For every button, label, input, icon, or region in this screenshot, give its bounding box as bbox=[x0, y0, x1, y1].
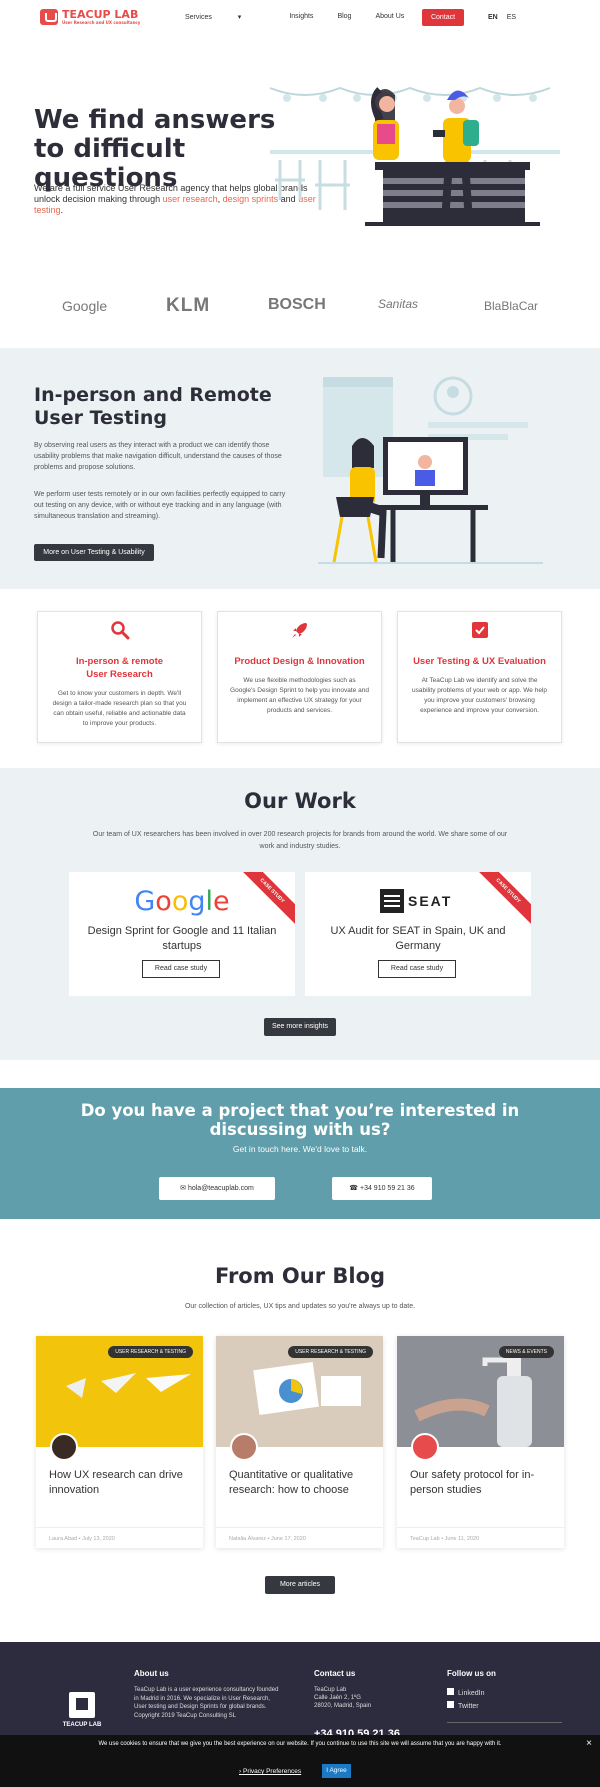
author-avatar bbox=[411, 1433, 439, 1461]
social-linkedin[interactable]: LinkedIn bbox=[447, 1688, 484, 1699]
seat-logo: SEAT bbox=[380, 889, 452, 913]
post-meta: Natalia Álvarez • June 17, 2020 bbox=[229, 1536, 306, 1542]
category-badge[interactable]: NEWS & EVENTS bbox=[498, 1346, 554, 1358]
service-title: In-person & remote User Research bbox=[75, 656, 164, 680]
testing-title: In-person and Remote User Testing bbox=[34, 384, 272, 429]
service-card-user-testing[interactable]: User Testing & UX Evaluation At TeaCup L… bbox=[397, 611, 562, 743]
post-title[interactable]: Quantitative or qualitative research: ho… bbox=[229, 1468, 374, 1498]
site-header: TEACUP LAB User Research and UX consulta… bbox=[0, 0, 600, 36]
footer-logo[interactable]: TEACUP LAB bbox=[60, 1692, 104, 1728]
testing-paragraph-1: By observing real users as they interact… bbox=[34, 442, 282, 471]
nav-services[interactable]: Services ▾ bbox=[185, 13, 265, 21]
phone-icon: ☎ bbox=[349, 1185, 359, 1192]
post-title[interactable]: Our safety protocol for in-person studie… bbox=[410, 1468, 555, 1498]
twitter-icon bbox=[447, 1701, 454, 1708]
case-study-card-google[interactable]: CASE STUDY Google Design Sprint for Goog… bbox=[69, 872, 295, 996]
checkbox-icon bbox=[471, 622, 488, 638]
linkedin-icon bbox=[447, 1688, 454, 1695]
blog-card[interactable]: USER RESEARCH & TESTING Quantitative or … bbox=[216, 1336, 383, 1548]
client-sanitas: Sanitas bbox=[378, 297, 419, 311]
client-logos: Google KLM BOSCH Sanitas BlaBlaCar bbox=[0, 290, 600, 328]
seat-s-icon bbox=[380, 889, 404, 913]
email-button[interactable]: ✉ hola@teacuplab.com bbox=[159, 1177, 275, 1200]
contact-button[interactable]: Contact bbox=[422, 9, 464, 26]
lang-en[interactable]: EN bbox=[488, 14, 498, 21]
teacup-lab-logo[interactable]: TEACUP LAB User Research and UX consulta… bbox=[40, 9, 140, 25]
lang-es[interactable]: ES bbox=[507, 14, 516, 21]
case-study-title: Design Sprint for Google and 11 Italian … bbox=[87, 925, 277, 952]
copyright: Copyright 2019 TeaCup Consulting SL bbox=[134, 1713, 236, 1719]
blog-title: From Our Blog bbox=[214, 1264, 386, 1288]
service-text: At TeaCup Lab we identify and solve the … bbox=[411, 677, 547, 714]
case-study-card-seat[interactable]: CASE STUDY SEAT UX Audit for SEAT in Spa… bbox=[305, 872, 531, 996]
nav-blog[interactable]: Blog bbox=[337, 13, 351, 21]
link-user-research[interactable]: user research bbox=[163, 194, 218, 204]
see-more-insights-button[interactable]: See more insights bbox=[264, 1018, 336, 1036]
blog-image-paper-planes: USER RESEARCH & TESTING bbox=[36, 1336, 203, 1447]
post-meta: Laura Abad • July 13, 2020 bbox=[49, 1536, 115, 1542]
blog-text: Our collection of articles, UX tips and … bbox=[184, 1303, 416, 1310]
hero-illustration bbox=[269, 86, 560, 226]
cookie-text: We use cookies to ensure that we give yo… bbox=[98, 1741, 502, 1747]
case-study-title: UX Audit for SEAT in Spain, UK and Germa… bbox=[330, 925, 506, 952]
case-study-ribbon: CASE STUDY bbox=[471, 872, 531, 928]
privacy-preferences-link[interactable]: › Privacy Preferences bbox=[239, 1768, 301, 1775]
service-title: Product Design & Innovation bbox=[234, 656, 365, 667]
i-agree-button[interactable]: I Agree bbox=[322, 1764, 351, 1778]
blog-card[interactable]: USER RESEARCH & TESTING How UX research … bbox=[36, 1336, 203, 1548]
address-line: 28020, Madrid, Spain bbox=[314, 1703, 372, 1709]
google-logo: Google bbox=[134, 886, 230, 917]
search-icon bbox=[110, 621, 129, 640]
work-text: Our team of UX researchers has been invo… bbox=[92, 831, 508, 850]
category-badge[interactable]: USER RESEARCH & TESTING bbox=[288, 1346, 373, 1358]
teacup-icon bbox=[69, 1692, 95, 1718]
blog-image-charts: USER RESEARCH & TESTING bbox=[216, 1336, 383, 1447]
testing-illustration bbox=[318, 376, 543, 564]
logo-tagline: User Research and UX consultancy bbox=[62, 19, 141, 25]
about-text: TeaCup Lab is a user experience consulta… bbox=[134, 1687, 279, 1710]
close-icon[interactable]: × bbox=[586, 1738, 592, 1749]
more-user-testing-button[interactable]: More on User Testing & Usability bbox=[34, 544, 154, 561]
client-bosch: BOSCH bbox=[268, 296, 326, 313]
more-articles-button[interactable]: More articles bbox=[265, 1576, 335, 1594]
cta-title: Do you have a project that you’re intere… bbox=[80, 1101, 520, 1139]
nav-about-us[interactable]: About Us bbox=[375, 13, 404, 21]
envelope-icon: ✉ bbox=[180, 1185, 187, 1192]
service-card-user-research[interactable]: In-person & remote User Research Get to … bbox=[37, 611, 202, 743]
seat-wordmark: SEAT bbox=[408, 893, 453, 909]
testing-paragraph-2: We perform user tests remotely or in our… bbox=[34, 491, 286, 520]
contact-title: Contact us bbox=[314, 1669, 356, 1678]
client-klm: KLM bbox=[166, 295, 211, 316]
cookie-banner: We use cookies to ensure that we give yo… bbox=[0, 1735, 600, 1787]
author-avatar bbox=[50, 1433, 78, 1461]
language-switcher: EN ES bbox=[488, 14, 525, 21]
main-nav: Services ▾ Insights Blog About Us bbox=[185, 13, 428, 21]
service-text: Get to know your customers in depth. We'… bbox=[52, 690, 187, 727]
rocket-icon bbox=[291, 623, 307, 638]
client-blablacar: BlaBlaCar bbox=[484, 299, 539, 313]
service-text: We use flexible methodologies such as Go… bbox=[230, 677, 369, 714]
post-title[interactable]: How UX research can drive innovation bbox=[49, 1468, 194, 1498]
blog-card[interactable]: NEWS & EVENTS Our safety protocol for in… bbox=[397, 1336, 564, 1548]
phone-button[interactable]: ☎ +34 910 59 21 36 bbox=[332, 1177, 432, 1200]
blog-image-sanitizer: NEWS & EVENTS bbox=[397, 1336, 564, 1447]
post-meta: TeaCup Lab • June 11, 2020 bbox=[410, 1536, 480, 1542]
read-case-study-button[interactable]: Read case study bbox=[142, 960, 220, 978]
client-google: Google bbox=[62, 298, 108, 314]
chevron-right-icon: › bbox=[239, 1768, 242, 1775]
logo-name: TEACUP LAB bbox=[62, 7, 139, 21]
about-title: About us bbox=[134, 1669, 169, 1678]
category-badge[interactable]: USER RESEARCH & TESTING bbox=[108, 1346, 193, 1358]
cta-text: Get in touch here. We'd love to talk. bbox=[232, 1144, 368, 1154]
service-title: User Testing & UX Evaluation bbox=[413, 656, 546, 667]
teacup-icon bbox=[40, 9, 58, 25]
work-title: Our Work bbox=[244, 789, 356, 813]
nav-insights[interactable]: Insights bbox=[289, 13, 313, 21]
social-twitter[interactable]: Twitter bbox=[447, 1701, 479, 1712]
author-avatar bbox=[230, 1433, 258, 1461]
chevron-down-icon: ▾ bbox=[237, 14, 242, 21]
service-card-product-design[interactable]: Product Design & Innovation We use flexi… bbox=[217, 611, 382, 743]
follow-title: Follow us on bbox=[447, 1669, 496, 1678]
read-case-study-button[interactable]: Read case study bbox=[378, 960, 456, 978]
